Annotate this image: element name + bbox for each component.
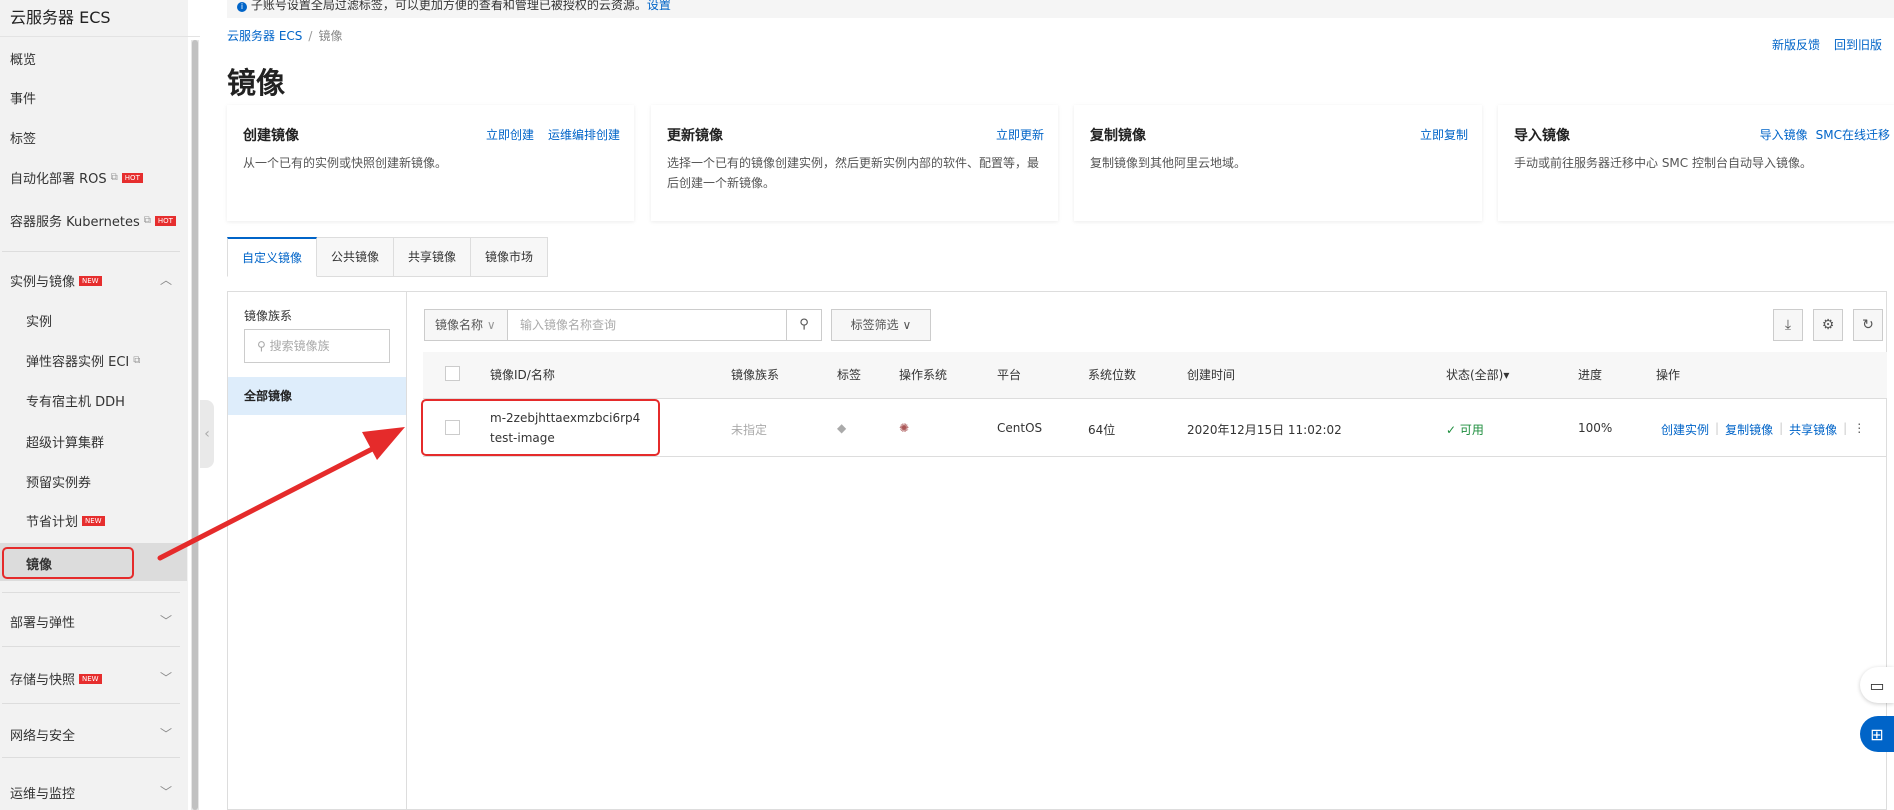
grid-icon: ⊞ [1870,724,1884,744]
annotation-arrow [157,427,405,561]
arrow-shaft [157,442,383,561]
chat-icon: ▭ [1869,675,1885,695]
chat-button[interactable]: ▭ [1860,667,1894,703]
apps-button[interactable]: ⊞ [1860,716,1894,752]
arrow-head [362,427,405,460]
